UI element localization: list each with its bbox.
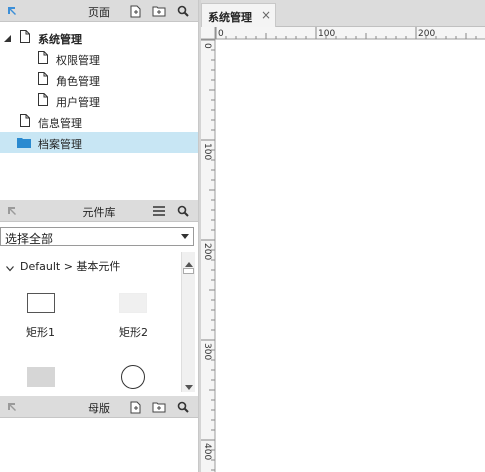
ruler-v-label-0: 0: [202, 43, 212, 49]
expand-triangle-icon[interactable]: [4, 33, 12, 46]
scroll-down-icon[interactable]: [185, 380, 193, 392]
tree-item-label: 档案管理: [38, 138, 82, 151]
widget-rect1-preview[interactable]: [27, 293, 55, 313]
canvas-area: 系统管理 × 0 100 200 0 100 200 300 400: [201, 0, 485, 472]
widget-circle-preview[interactable]: [121, 365, 145, 389]
ruler-v-label-400: 400: [202, 443, 212, 460]
add-page-icon[interactable]: [128, 400, 142, 414]
page-icon: [38, 93, 48, 109]
search-icon[interactable]: [176, 4, 190, 18]
library-select[interactable]: 选择全部: [0, 227, 194, 246]
ruler-v-label-200: 200: [202, 243, 212, 260]
tree-item-archive[interactable]: 档案管理: [0, 132, 198, 153]
folder-icon: [17, 137, 31, 151]
pages-panel-title: 页面: [88, 6, 110, 19]
widget-rect3-preview[interactable]: [27, 367, 55, 387]
close-icon[interactable]: ×: [261, 8, 271, 22]
tree-item-label: 信息管理: [38, 117, 82, 130]
search-icon[interactable]: [176, 204, 190, 218]
page-icon: [20, 30, 30, 46]
pages-panel-header: 页面: [0, 0, 198, 22]
tree-item-system[interactable]: 系统管理: [0, 27, 198, 48]
page-icon: [38, 51, 48, 67]
library-breadcrumb: Default > 基本元件: [20, 260, 121, 273]
tree-item-label: 用户管理: [56, 96, 100, 109]
ruler-h-label-0: 0: [218, 29, 224, 39]
collapse-chevron-icon[interactable]: [6, 262, 14, 275]
library-panel-title: 元件库: [82, 206, 116, 219]
scroll-thumb[interactable]: [183, 268, 194, 274]
tree-item-label: 系统管理: [38, 33, 82, 46]
ruler-v-label-100: 100: [202, 143, 212, 160]
ruler-v-label-300: 300: [202, 343, 212, 360]
library-content: Default > 基本元件 矩形1 矩形2: [0, 252, 198, 392]
add-folder-icon[interactable]: [152, 4, 166, 18]
add-folder-icon[interactable]: [152, 400, 166, 414]
page-icon: [38, 72, 48, 88]
ruler-horizontal: [201, 27, 485, 39]
tree-item-label: 角色管理: [56, 75, 100, 88]
widget-rect1-label: 矩形1: [26, 326, 55, 339]
canvas-rulers: 0 100 200 0 100 200 300 400: [201, 27, 485, 472]
left-sidebar: 页面 系统管理 权限管理 角色管理 用户管理 信息管理 档案管理 元件库 选择全…: [0, 0, 198, 472]
tree-item-permission[interactable]: 权限管理: [0, 48, 198, 69]
tree-item-info[interactable]: 信息管理: [0, 111, 198, 132]
ruler-h-label-200: 200: [418, 29, 435, 39]
search-icon[interactable]: [176, 400, 190, 414]
chevron-down-icon: [181, 234, 189, 239]
widget-rect2-label: 矩形2: [119, 326, 148, 339]
tree-item-role[interactable]: 角色管理: [0, 69, 198, 90]
widget-rect2-preview[interactable]: [119, 293, 147, 313]
page-icon: [20, 114, 30, 130]
ruler-h-label-100: 100: [318, 29, 335, 39]
tab-label: 系统管理: [208, 11, 252, 24]
master-panel-title: 母版: [88, 402, 110, 415]
tree-item-user[interactable]: 用户管理: [0, 90, 198, 111]
library-select-value: 选择全部: [5, 232, 54, 246]
library-panel-header: 元件库: [0, 200, 198, 222]
tab-bar: 系统管理 ×: [201, 0, 485, 27]
add-page-icon[interactable]: [128, 4, 142, 18]
library-scrollbar[interactable]: [181, 252, 195, 392]
tree-item-label: 权限管理: [56, 54, 100, 67]
tab-system-management[interactable]: 系统管理 ×: [201, 3, 276, 27]
master-panel-header: 母版: [0, 396, 198, 418]
menu-icon[interactable]: [152, 204, 166, 218]
